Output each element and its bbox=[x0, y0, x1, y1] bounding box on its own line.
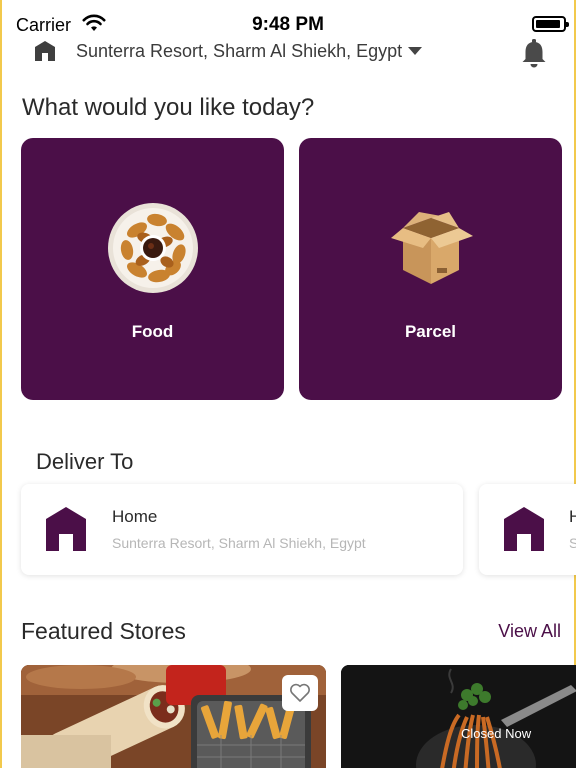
battery-icon bbox=[532, 16, 569, 32]
page-title: What would you like today? bbox=[22, 94, 315, 121]
address-name: Home bbox=[112, 507, 158, 526]
clock: 9:48 PM bbox=[252, 14, 324, 35]
store-image-wraps-fries bbox=[21, 665, 326, 768]
favorite-button[interactable] bbox=[282, 675, 318, 711]
address-detail: Sunterra Resort, Sharm Al Shiekh, Egypt bbox=[112, 535, 366, 551]
store-card[interactable]: Closed Now bbox=[341, 665, 576, 768]
store-image-pasta bbox=[341, 665, 576, 768]
left-edge-accent bbox=[0, 0, 2, 768]
food-category-card[interactable]: Food bbox=[21, 138, 284, 400]
bell-icon[interactable] bbox=[520, 38, 548, 68]
home-icon bbox=[46, 507, 86, 551]
store-status: Closed Now bbox=[461, 726, 532, 741]
address-name: H bbox=[569, 507, 576, 526]
view-all-link[interactable]: View All bbox=[498, 621, 561, 642]
featured-stores-heading: Featured Stores bbox=[21, 618, 186, 644]
food-category-label: Food bbox=[131, 322, 174, 341]
home-icon bbox=[504, 507, 544, 551]
parcel-category-card[interactable]: Parcel bbox=[299, 138, 562, 400]
cardboard-box-icon bbox=[391, 212, 473, 284]
chevron-down-icon[interactable] bbox=[408, 47, 422, 55]
parcel-category-label: Parcel bbox=[404, 322, 457, 341]
heart-outline-icon bbox=[290, 683, 310, 702]
address-card-home[interactable]: Home Sunterra Resort, Sharm Al Shiekh, E… bbox=[21, 484, 463, 575]
location-selector[interactable]: Sunterra Resort, Sharm Al Shiekh, Egypt bbox=[76, 41, 402, 62]
store-card[interactable] bbox=[21, 665, 326, 768]
status-bar: Carrier 9:48 PM bbox=[0, 0, 576, 40]
address-card-second[interactable]: H S bbox=[479, 484, 576, 575]
fried-chicken-plate-icon bbox=[108, 203, 198, 293]
address-detail: S bbox=[569, 535, 576, 551]
deliver-to-heading: Deliver To bbox=[36, 449, 134, 474]
home-icon bbox=[35, 41, 55, 61]
